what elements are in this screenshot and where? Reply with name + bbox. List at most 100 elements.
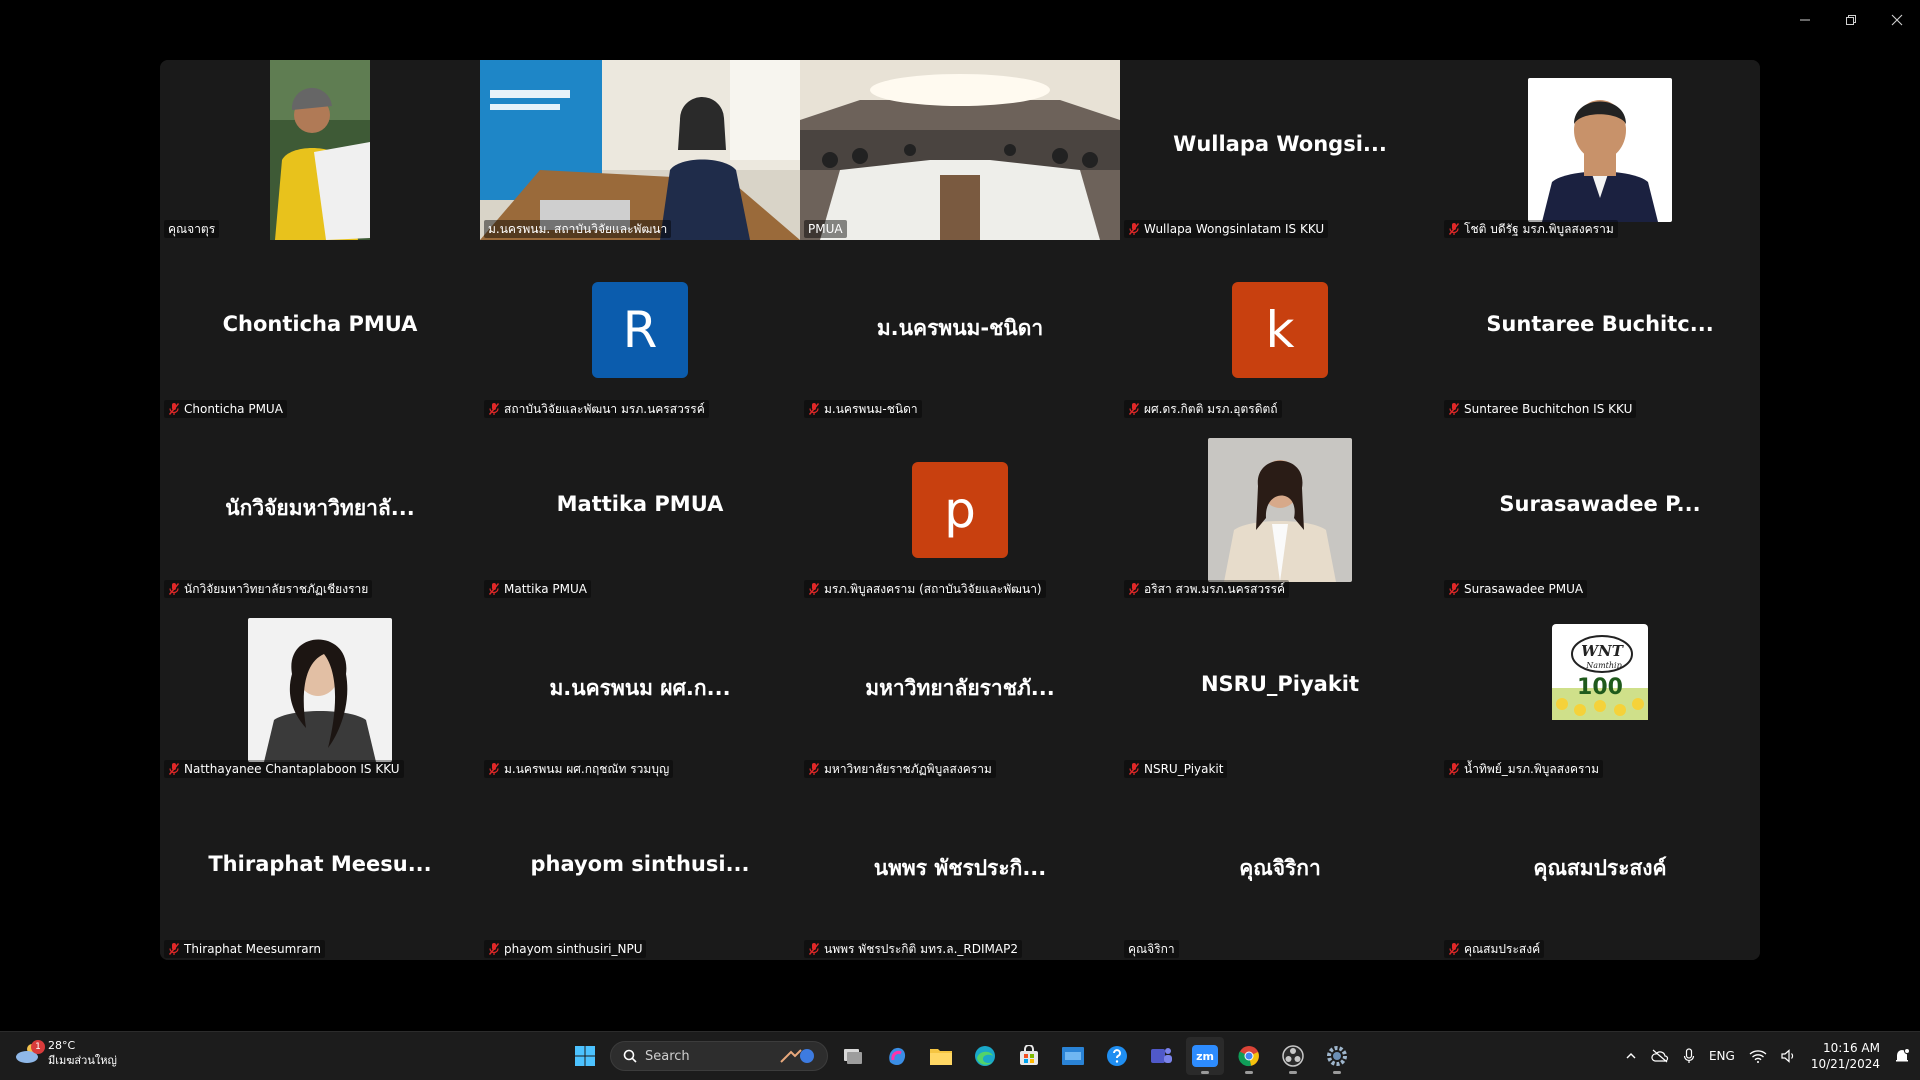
- participant-name: น้ำทิพย์_มรภ.พิบูลสงคราม: [1464, 761, 1600, 776]
- participant-tile[interactable]: WNT Namthip 100 น้ำทิพย์_มรภ.พิบูลสงคราม: [1440, 600, 1760, 780]
- volume-icon[interactable]: [1781, 1049, 1797, 1063]
- zoom-icon: zm: [1192, 1045, 1218, 1067]
- participant-name-tag: นักวิจัยมหาวิทยาลัยราชภัฏเชียงราย: [164, 580, 373, 598]
- wifi-icon[interactable]: [1749, 1049, 1767, 1063]
- minimize-button[interactable]: [1782, 0, 1828, 40]
- participant-tile[interactable]: Surasawadee P... Surasawadee PMUA: [1440, 420, 1760, 600]
- windows-start-icon: [575, 1046, 595, 1066]
- participant-tile[interactable]: ม.นครพนม-ชนิดา ม.นครพนม-ชนิดา: [800, 240, 1120, 420]
- mic-muted-icon: [168, 583, 180, 595]
- participant-display-name: Mattika PMUA: [556, 492, 724, 516]
- obs-button[interactable]: [1274, 1037, 1312, 1075]
- participant-name-tag: Surasawadee PMUA: [1444, 580, 1588, 598]
- participant-tile[interactable]: Suntaree Buchitc... Suntaree Buchitchon I…: [1440, 240, 1760, 420]
- participant-tile[interactable]: R สถาบันวิจัยและพัฒนา มรภ.นครสวรรค์: [480, 240, 800, 420]
- participant-display-name: ม.นครพนม ผศ.ก...: [549, 676, 731, 700]
- participant-tile[interactable]: Wullapa Wongsi... Wullapa Wongsinlatam IS…: [1120, 60, 1440, 240]
- search-highlight-icon: [780, 1049, 814, 1063]
- cloud-offline-icon[interactable]: [1651, 1049, 1669, 1063]
- microsoft-store-icon: [1020, 1045, 1038, 1065]
- participant-name-tag: โชติ บดีรัฐ มรภ.พิบูลสงคราม: [1444, 220, 1618, 238]
- weather-text: 28°C มีเมฆส่วนใหญ่: [48, 1038, 117, 1068]
- participant-name: คุณจาตุร: [168, 221, 216, 236]
- video-feed: [800, 60, 1120, 240]
- participant-name: นักวิจัยมหาวิทยาลัยราชภัฏเชียงราย: [184, 581, 369, 596]
- mic-muted-icon: [1128, 223, 1140, 235]
- mic-muted-icon: [1448, 403, 1460, 415]
- profile-photo: [248, 618, 392, 762]
- taskbar-search[interactable]: Search: [610, 1041, 828, 1071]
- language-indicator[interactable]: ENG: [1709, 1049, 1735, 1063]
- participant-display-name: มหาวิทยาลัยราชภั...: [865, 676, 1055, 700]
- clock-date: 10/21/2024: [1810, 1057, 1880, 1071]
- microphone-icon[interactable]: [1683, 1048, 1695, 1064]
- edge-button[interactable]: [966, 1037, 1004, 1075]
- participant-tile[interactable]: อริสา สวพ.มรภ.นครสวรรค์: [1120, 420, 1440, 600]
- participant-tile[interactable]: Chonticha PMUA Chonticha PMUA: [160, 240, 480, 420]
- participant-name: Chonticha PMUA: [184, 402, 283, 416]
- participant-tile[interactable]: Thiraphat Meesu... Thiraphat Meesumrarn: [160, 780, 480, 960]
- notification-badge: 1: [31, 1040, 45, 1054]
- participant-tile[interactable]: คุณจาตุร: [160, 60, 480, 240]
- mic-muted-icon: [488, 943, 500, 955]
- participant-name-tag: ผศ.ดร.กิตติ มรภ.อุตรดิตถ์: [1124, 400, 1282, 418]
- participant-name: NSRU_Piyakit: [1144, 762, 1224, 776]
- file-explorer-icon: [930, 1049, 952, 1065]
- task-view-button[interactable]: [834, 1037, 872, 1075]
- participant-tile[interactable]: NSRU_Piyakit NSRU_Piyakit: [1120, 600, 1440, 780]
- participant-name-tag: อริสา สวพ.มรภ.นครสวรรค์: [1124, 580, 1290, 598]
- participant-tile[interactable]: คุณสมประสงค์ คุณสมประสงค์: [1440, 780, 1760, 960]
- participant-display-name: NSRU_Piyakit: [1200, 672, 1360, 696]
- participant-tile[interactable]: ม.นครพนม ผศ.ก... ม.นครพนม ผศ.กฤชณัท รวมบุ…: [480, 600, 800, 780]
- chevron-up-icon[interactable]: [1625, 1050, 1637, 1062]
- help-button[interactable]: [1098, 1037, 1136, 1075]
- participant-tile[interactable]: ม.นครพนม. สถาบันวิจัยและพัฒนา: [480, 60, 800, 240]
- mic-muted-icon: [808, 943, 820, 955]
- start-button[interactable]: [566, 1037, 604, 1075]
- participant-tile[interactable]: p มรภ.พิบูลสงคราม (สถาบันวิจัยและพัฒนา): [800, 420, 1120, 600]
- video-gallery: คุณจาตุร ม.นครพนม. สถาบันวิจัยและพัฒนา PMU…: [160, 60, 1760, 960]
- mic-muted-icon: [808, 583, 820, 595]
- edge-icon: [975, 1046, 995, 1066]
- taskbar: 1 28°C มีเมฆส่วนใหญ่ Search zm ENG 10:16…: [0, 1031, 1920, 1080]
- microsoft-store-button[interactable]: [1010, 1037, 1048, 1075]
- mobile-link-button[interactable]: [1054, 1037, 1092, 1075]
- participant-tile[interactable]: คุณจิริกา คุณจิริกา: [1120, 780, 1440, 960]
- participant-photo: [1528, 78, 1672, 222]
- settings-button[interactable]: [1318, 1037, 1356, 1075]
- close-button[interactable]: [1874, 0, 1920, 40]
- participant-name-tag: Natthayanee Chantaplaboon IS KKU: [164, 760, 404, 778]
- svg-text:100: 100: [1577, 675, 1623, 700]
- participant-tile[interactable]: โชติ บดีรัฐ มรภ.พิบูลสงคราม: [1440, 60, 1760, 240]
- participant-tile[interactable]: นักวิจัยมหาวิทยาลั... นักวิจัยมหาวิทยาลัย…: [160, 420, 480, 600]
- participant-name: มรภ.พิบูลสงคราม (สถาบันวิจัยและพัฒนา): [824, 581, 1042, 596]
- participant-name: สถาบันวิจัยและพัฒนา มรภ.นครสวรรค์: [504, 401, 705, 416]
- participant-tile[interactable]: มหาวิทยาลัยราชภั... มหาวิทยาลัยราชภัฏพิบู…: [800, 600, 1120, 780]
- chrome-button[interactable]: [1230, 1037, 1268, 1075]
- participant-tile[interactable]: Mattika PMUA Mattika PMUA: [480, 420, 800, 600]
- participant-tile[interactable]: Natthayanee Chantaplaboon IS KKU: [160, 600, 480, 780]
- participant-name-tag: PMUA: [804, 220, 847, 238]
- video-feed: [480, 60, 800, 240]
- zoom-button[interactable]: zm: [1186, 1037, 1224, 1075]
- clock[interactable]: 10:16 AM 10/21/2024: [1811, 1040, 1880, 1072]
- restore-button[interactable]: [1828, 0, 1874, 40]
- participant-tile[interactable]: PMUA: [800, 60, 1120, 240]
- participant-name: อริสา สวพ.มรภ.นครสวรรค์: [1144, 581, 1286, 596]
- mic-muted-icon: [1128, 403, 1140, 415]
- teams-button[interactable]: [1142, 1037, 1180, 1075]
- copilot-button[interactable]: [878, 1037, 916, 1075]
- file-explorer-button[interactable]: [922, 1037, 960, 1075]
- participant-name-tag: ม.นครพนม ผศ.กฤชณัท รวมบุญ: [484, 760, 674, 778]
- participant-name-tag: ม.นครพนม. สถาบันวิจัยและพัฒนา: [484, 220, 672, 238]
- participant-name: มหาวิทยาลัยราชภัฏพิบูลสงคราม: [824, 761, 992, 776]
- participant-tile[interactable]: นพพร พัชรประกิ... นพพร พัชรประกิติ มทร.ล.…: [800, 780, 1120, 960]
- notification-bell-icon[interactable]: [1894, 1048, 1910, 1064]
- participant-name-tag: สถาบันวิจัยและพัฒนา มรภ.นครสวรรค์: [484, 400, 709, 418]
- participant-avatar: p: [912, 462, 1008, 558]
- participant-tile[interactable]: phayom sinthusi... phayom sinthusiri_NPU: [480, 780, 800, 960]
- participant-photo: [248, 618, 392, 762]
- weather-widget[interactable]: 1 28°C มีเมฆส่วนใหญ่: [14, 1038, 117, 1068]
- participant-tile[interactable]: k ผศ.ดร.กิตติ มรภ.อุตรดิตถ์: [1120, 240, 1440, 420]
- video-stream: [800, 60, 1120, 240]
